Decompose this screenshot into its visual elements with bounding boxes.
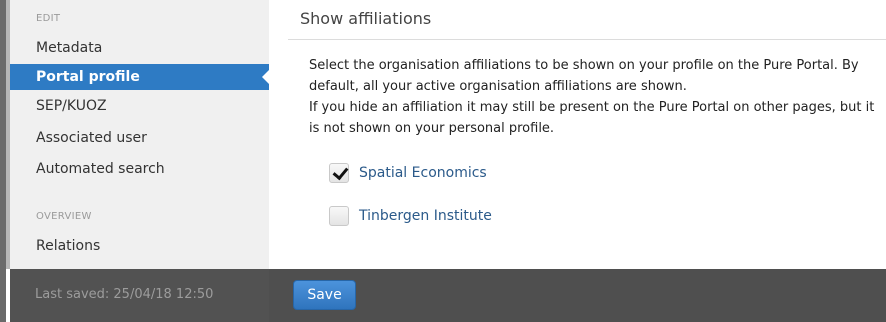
sidebar-item-automated-search[interactable]: Automated search bbox=[10, 156, 269, 182]
sidebar-item-label: Relations bbox=[36, 238, 101, 254]
section-heading-edit: EDIT bbox=[36, 13, 61, 24]
sidebar-item-label: Automated search bbox=[36, 161, 165, 177]
sidebar-item-sep-kuoz[interactable]: SEP/KUOZ bbox=[10, 93, 269, 119]
affiliation-label: Tinbergen Institute bbox=[359, 208, 492, 224]
sidebar-item-label: Portal profile bbox=[36, 69, 140, 85]
checkbox-checked[interactable] bbox=[329, 163, 349, 183]
sidebar-item-label: SEP/KUOZ bbox=[36, 98, 107, 114]
checkmark-icon bbox=[332, 163, 349, 181]
checkbox-unchecked[interactable] bbox=[329, 206, 349, 226]
save-button[interactable]: Save bbox=[293, 280, 356, 310]
affiliation-option-tinbergen-institute[interactable]: Tinbergen Institute bbox=[329, 204, 492, 228]
sidebar-item-label: Associated user bbox=[36, 130, 147, 146]
sidebar-item-label: Metadata bbox=[36, 40, 103, 56]
affiliation-option-spatial-economics[interactable]: Spatial Economics bbox=[329, 161, 487, 185]
panel-title: Show affiliations bbox=[300, 9, 432, 28]
description-paragraph: If you hide an affiliation it may still … bbox=[309, 100, 875, 136]
divider bbox=[288, 39, 886, 40]
affiliations-description: Select the organisation affiliations to … bbox=[309, 55, 881, 139]
affiliation-label: Spatial Economics bbox=[359, 165, 487, 181]
description-paragraph: Select the organisation affiliations to … bbox=[309, 58, 859, 94]
sidebar-item-relations[interactable]: Relations bbox=[10, 233, 269, 259]
active-pointer-icon bbox=[262, 69, 270, 85]
last-saved-text: Last saved: 25/04/18 12:50 bbox=[35, 287, 214, 302]
footer-status-area: Last saved: 25/04/18 12:50 bbox=[10, 269, 269, 322]
sidebar-item-metadata[interactable]: Metadata bbox=[10, 35, 269, 61]
footer-bar: Last saved: 25/04/18 12:50 Save bbox=[10, 269, 886, 322]
sidebar-item-portal-profile[interactable]: Portal profile bbox=[10, 64, 270, 90]
section-heading-overview: OVERVIEW bbox=[36, 211, 92, 222]
sidebar-item-associated-user[interactable]: Associated user bbox=[10, 125, 269, 151]
